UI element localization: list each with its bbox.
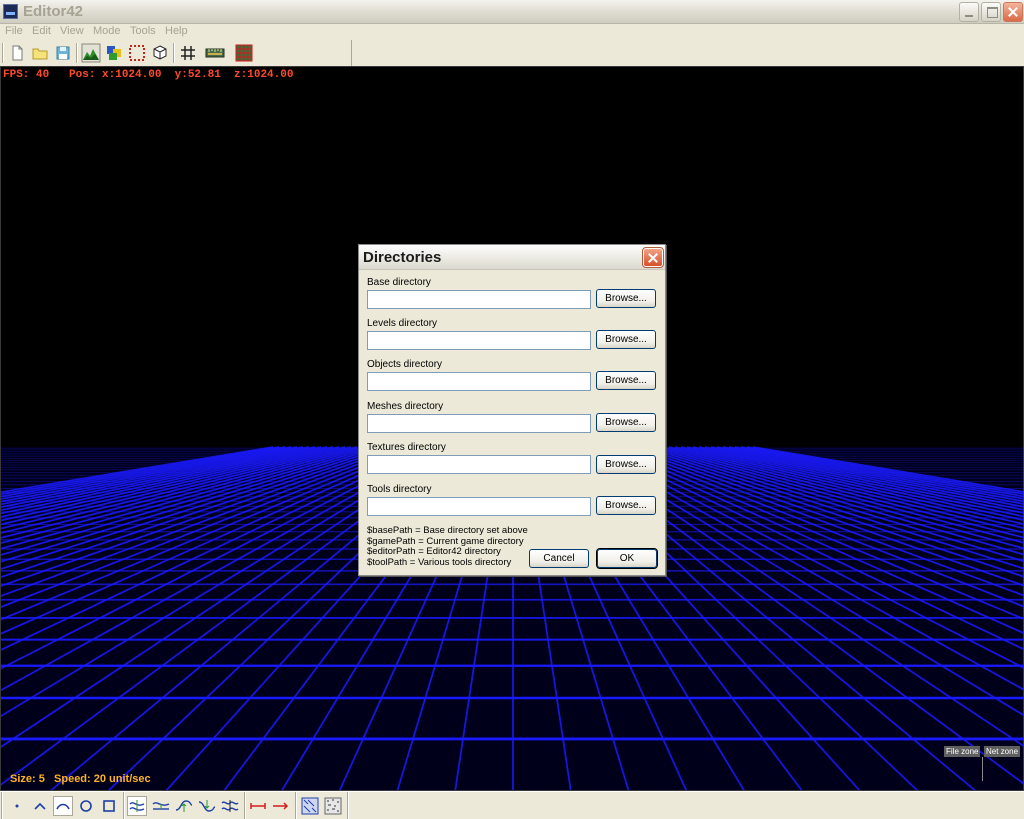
menu-help[interactable]: Help [165, 25, 188, 37]
ruler-icon[interactable] [205, 43, 225, 63]
objects-directory-label: Objects directory [367, 359, 443, 370]
levels-directory-input[interactable] [367, 331, 591, 350]
tile-grid-icon[interactable] [234, 43, 254, 63]
levels-directory-label: Levels directory [367, 318, 438, 329]
tools-directory-input[interactable] [367, 497, 591, 516]
textures-directory-input[interactable] [367, 455, 591, 474]
toolbar-separator [295, 792, 297, 819]
menu-bar: File Edit View Mode Tools Help [0, 24, 1024, 40]
wave-icon[interactable] [220, 796, 240, 816]
cube-icon[interactable] [150, 43, 170, 63]
file-zone-label: File zone [944, 746, 981, 757]
base-directory-label: Base directory [367, 277, 431, 288]
lower-icon[interactable] [197, 796, 217, 816]
meshes-directory-input[interactable] [367, 414, 591, 433]
tools-browse-button[interactable]: Browse... [596, 496, 656, 515]
help-line: $toolPath = Various tools directory [367, 556, 512, 568]
brush-toolbar [0, 791, 1024, 819]
title-bar: Editor42 [0, 0, 1024, 24]
toolbar-separator [347, 792, 349, 819]
dialog-close-button[interactable] [642, 247, 664, 268]
menu-view[interactable]: View [60, 25, 84, 37]
toolbar-grip [1, 792, 3, 819]
toolbar-empty-area [353, 40, 1024, 66]
noise-icon[interactable] [323, 796, 343, 816]
peak-icon[interactable] [30, 796, 50, 816]
levels-browse-button[interactable]: Browse... [596, 330, 656, 349]
toolbar-grip [2, 43, 4, 63]
point-icon[interactable] [7, 796, 27, 816]
objects-browse-button[interactable]: Browse... [596, 371, 656, 390]
path-variables-help: $basePath = Base directory set above $ga… [367, 525, 528, 568]
ok-button[interactable]: OK [596, 548, 658, 569]
fps-position-readout: FPS: 40 Pos: x:1024.00 y:52.81 z:1024.00 [3, 69, 294, 81]
base-browse-button[interactable]: Browse... [596, 289, 656, 308]
close-button[interactable] [1003, 2, 1023, 22]
terrain-icon[interactable] [81, 43, 101, 63]
minimize-button[interactable] [959, 2, 979, 22]
base-directory-input[interactable] [367, 290, 591, 309]
window-title: Editor42 [23, 3, 84, 20]
toolbar-separator [76, 43, 78, 63]
circle-icon[interactable] [76, 796, 96, 816]
meshes-directory-label: Meshes directory [367, 401, 444, 412]
directories-dialog: Directories Base directory Browse... Lev… [358, 244, 666, 576]
open-folder-icon[interactable] [30, 43, 50, 63]
textures-directory-label: Textures directory [367, 442, 446, 453]
dialog-title-bar[interactable]: Directories [359, 245, 665, 270]
brush-status: Size: 5 Speed: 20 unit/sec [10, 773, 151, 785]
app-icon [3, 4, 18, 19]
new-file-icon[interactable] [7, 43, 27, 63]
textures-browse-button[interactable]: Browse... [596, 455, 656, 474]
toolbar-separator [244, 792, 246, 819]
curve-icon[interactable] [53, 796, 73, 816]
grid-icon[interactable] [178, 43, 198, 63]
save-icon[interactable] [53, 43, 73, 63]
square-icon[interactable] [99, 796, 119, 816]
selection-icon[interactable] [127, 43, 147, 63]
main-toolbar [0, 40, 352, 66]
menu-edit[interactable]: Edit [32, 25, 51, 37]
menu-mode[interactable]: Mode [93, 25, 121, 37]
toolbar-separator [123, 792, 125, 819]
measure-icon[interactable] [248, 796, 268, 816]
net-zone-label: Net zone [984, 746, 1021, 757]
menu-file[interactable]: File [5, 25, 23, 37]
arrow-icon[interactable] [271, 796, 291, 816]
toolbar-separator [173, 43, 175, 63]
maximize-button[interactable] [981, 2, 1001, 22]
zone-divider [982, 757, 983, 781]
smooth-icon[interactable] [127, 796, 147, 816]
cancel-button[interactable]: Cancel [529, 549, 589, 568]
flatten-icon[interactable] [151, 796, 171, 816]
help-line: $editorPath = Editor42 directory [367, 546, 501, 557]
layers-icon[interactable] [104, 43, 124, 63]
help-line: $basePath = Base directory set above [367, 525, 528, 536]
texture-icon[interactable] [300, 796, 320, 816]
dialog-title: Directories [363, 249, 442, 266]
raise-icon[interactable] [174, 796, 194, 816]
menu-tools[interactable]: Tools [130, 25, 156, 37]
meshes-browse-button[interactable]: Browse... [596, 413, 656, 432]
objects-directory-input[interactable] [367, 372, 591, 391]
tools-directory-label: Tools directory [367, 484, 432, 495]
